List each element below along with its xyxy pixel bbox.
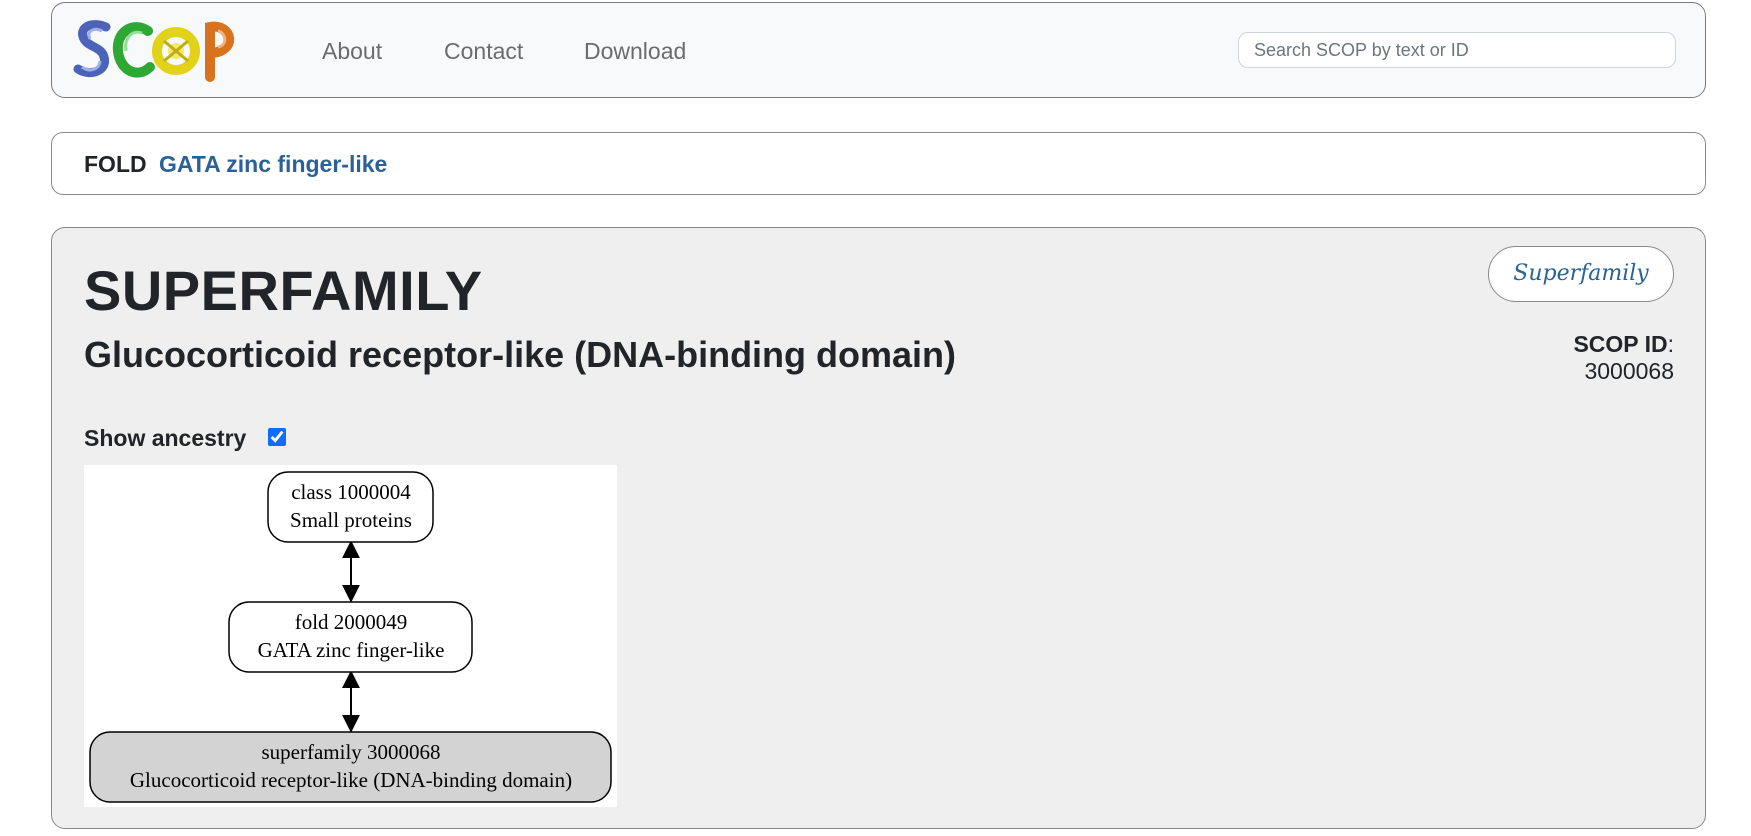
show-ancestry-label: Show ancestry: [84, 425, 247, 451]
node-fold-name: GATA zinc finger-like: [258, 638, 445, 662]
ancestry-node-superfamily[interactable]: superfamily 3000068 Glucocorticoid recep…: [89, 731, 612, 803]
show-ancestry-checkbox[interactable]: [268, 428, 286, 446]
breadcrumb-level-label: FOLD: [84, 151, 147, 177]
scop-logo[interactable]: [72, 17, 242, 83]
nav-download-link[interactable]: Download: [584, 37, 686, 65]
logo-letter-s: [73, 20, 111, 77]
ancestry-graph: class 1000004 Small proteins fold 200004…: [84, 465, 617, 807]
scop-id-separator: :: [1667, 331, 1674, 357]
logo-letter-c: [112, 22, 155, 78]
scop-id-label: SCOP ID: [1573, 331, 1668, 357]
logo-letter-o: [152, 27, 200, 75]
nav-contact-link[interactable]: Contact: [444, 37, 523, 65]
search-input[interactable]: [1238, 32, 1676, 68]
breadcrumb-fold-link[interactable]: GATA zinc finger-like: [159, 151, 387, 178]
node-class-id: class 1000004: [291, 480, 411, 504]
node-fold-id: fold 2000049: [295, 610, 408, 634]
type-badge-button[interactable]: Superfamily: [1488, 246, 1674, 302]
ancestry-node-fold[interactable]: fold 2000049 GATA zinc finger-like: [228, 601, 473, 673]
logo-letter-p: [205, 21, 235, 82]
page-title: SUPERFAMILY: [84, 259, 483, 322]
node-superfamily-name: Glucocorticoid receptor-like (DNA-bindin…: [130, 768, 572, 792]
ancestry-node-class[interactable]: class 1000004 Small proteins: [267, 471, 434, 543]
node-superfamily-id: superfamily 3000068: [261, 740, 440, 764]
node-class-name: Small proteins: [290, 508, 412, 532]
scop-id-value: 3000068: [1584, 358, 1674, 384]
entry-card: SUPERFAMILY Glucocorticoid receptor-like…: [51, 227, 1706, 829]
nav-about-link[interactable]: About: [322, 37, 382, 65]
entry-name: Glucocorticoid receptor-like (DNA-bindin…: [84, 334, 957, 375]
breadcrumb: FOLD GATA zinc finger-like: [51, 132, 1706, 195]
top-navbar: About Contact Download: [51, 2, 1706, 98]
scop-id: SCOP ID: 3000068: [1478, 331, 1674, 385]
